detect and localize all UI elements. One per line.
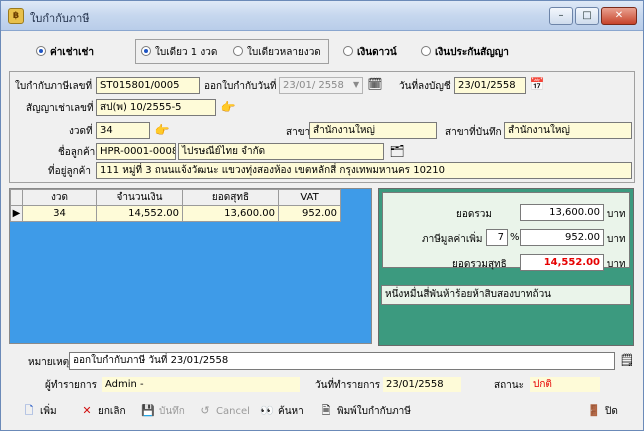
- undo-icon: ↺: [200, 404, 210, 417]
- grid-header-vat[interactable]: VAT: [278, 189, 341, 206]
- cell-net[interactable]: 13,600.00: [182, 205, 279, 222]
- save-button-label: บันทึก: [159, 406, 185, 417]
- state-field: ปกติ: [529, 376, 601, 393]
- floppy-disk-icon: 💾: [141, 404, 155, 417]
- vat-rate-field[interactable]: 7: [486, 229, 508, 246]
- state-label: สถานะ: [494, 380, 524, 391]
- grid-corner: [10, 189, 23, 206]
- calendar-icon[interactable]: 📅: [529, 76, 545, 92]
- remarks-field[interactable]: ออกใบกำกับภาษี วันที่ 23/01/2558: [69, 352, 615, 370]
- chevron-down-icon[interactable]: ▼: [353, 80, 359, 89]
- save-button[interactable]: 💾 บันทึก: [140, 401, 185, 421]
- grand-total-unit: บาท: [607, 259, 626, 270]
- cancel-button-label: Cancel: [216, 406, 250, 417]
- customer-lookup-icon[interactable]: 🗂: [389, 143, 405, 159]
- installment-grid[interactable]: งวด จำนวนเงิน ยอดสุทธิ VAT ▶ 34 14,552.0…: [9, 188, 372, 344]
- document-print-icon: 🗎: [321, 404, 331, 417]
- grid-header-net[interactable]: ยอดสุทธิ: [182, 189, 279, 206]
- total-label: ยอดรวม: [456, 209, 492, 220]
- operator-label: ผู้ทำรายการ: [45, 380, 97, 391]
- radio-single-installment[interactable]: [141, 46, 151, 56]
- radio-multi-installment[interactable]: [233, 46, 243, 56]
- invoice-no-field[interactable]: ST015801/0005: [96, 77, 200, 94]
- vat-field[interactable]: 952.00: [520, 229, 604, 246]
- radio-rental-label: ค่าเช่าเช่า: [50, 47, 94, 58]
- customer-name-label: ชื่อลูกค้า: [58, 147, 96, 158]
- radio-multi-installment-label: ใบเดียวหลายงวด: [247, 47, 321, 58]
- vat-label: ภาษีมูลค่าเพิ่ม: [422, 234, 483, 245]
- cell-installment[interactable]: 34: [22, 205, 97, 222]
- print-invoice-button-label: พิมพ์ใบกำกับภาษี: [337, 406, 411, 417]
- window-title: ใบกำกับภาษี: [30, 12, 90, 25]
- grid-header-installment[interactable]: งวด: [22, 189, 97, 206]
- lookup-installment-icon[interactable]: 👉: [154, 122, 170, 138]
- invoice-no-label: ใบกำกับภาษีเลขที่: [15, 81, 93, 92]
- red-x-icon: ✕: [82, 404, 92, 417]
- record-branch-label: สาขาที่บันทึก: [445, 127, 502, 138]
- customer-code-field[interactable]: HPR-0001-00082: [96, 143, 176, 160]
- main-window: ฿ ใบกำกับภาษี – □ ✕ ค่าเช่าเช่า ใบเดียว …: [0, 0, 644, 431]
- money-bag-icon: ฿: [8, 8, 24, 24]
- total-unit: บาท: [607, 209, 626, 220]
- search-button[interactable]: 👀 ค้นหา: [259, 401, 304, 421]
- maximize-button[interactable]: □: [575, 7, 599, 25]
- exit-door-icon: 🚪: [587, 404, 601, 417]
- void-button[interactable]: ✕ ยกเลิก: [79, 401, 126, 421]
- radio-deposit[interactable]: [421, 46, 431, 56]
- amount-in-words: หนึ่งหมื่นสี่พันห้าร้อยห้าสิบสองบาทถ้วน: [381, 285, 631, 305]
- remarks-label: หมายเหตุ: [28, 357, 70, 368]
- table-row[interactable]: ▶ 34 14,552.00 13,600.00 952.00: [10, 205, 341, 222]
- search-button-label: ค้นหา: [278, 406, 304, 417]
- remarks-lookup-icon[interactable]: 🗒: [619, 352, 635, 368]
- print-invoice-button[interactable]: 🗎 พิมพ์ใบกำกับภาษี: [318, 401, 411, 421]
- radio-rental[interactable]: [36, 46, 46, 56]
- customer-address-label: ที่อยู่ลูกค้า: [48, 166, 91, 177]
- void-button-label: ยกเลิก: [98, 406, 126, 417]
- contract-no-field[interactable]: สป(พ) 10/2555-5: [96, 99, 216, 116]
- operator-field: Admin -: [101, 376, 301, 393]
- installment-field[interactable]: 34: [96, 122, 150, 139]
- txn-date-field: 23/01/2558: [382, 376, 462, 393]
- contract-no-label: สัญญาเช่าเลขที่: [26, 103, 94, 114]
- radio-down-payment-label: เงินดาวน์: [357, 47, 397, 58]
- calendar-refresh-icon[interactable]: 🗓: [367, 76, 383, 92]
- add-button[interactable]: 🗋 เพิ่ม: [21, 401, 57, 421]
- radio-deposit-label: เงินประกันสัญญา: [435, 47, 509, 58]
- binoculars-icon: 👀: [260, 404, 274, 417]
- grid-header-amount[interactable]: จำนวนเงิน: [96, 189, 183, 206]
- new-document-icon: 🗋: [24, 404, 34, 417]
- radio-single-installment-label: ใบเดียว 1 งวด: [155, 47, 218, 58]
- issue-date-field[interactable]: 23/01/ 2558: [279, 77, 363, 94]
- posting-date-field[interactable]: 23/01/2558: [454, 77, 526, 94]
- posting-date-label: วันที่ลงบัญชี: [399, 81, 451, 92]
- row-pointer-icon: ▶: [10, 205, 23, 222]
- issue-date-label: ออกใบกำกับวันที่: [204, 81, 277, 92]
- branch-label: สาขา: [286, 127, 311, 138]
- record-branch-field[interactable]: สำนักงานใหญ่: [504, 122, 632, 139]
- minimize-button[interactable]: –: [549, 7, 573, 25]
- total-field[interactable]: 13,600.00: [520, 204, 604, 221]
- vat-percent: %: [510, 232, 520, 243]
- grand-total-field[interactable]: 14,552.00: [520, 254, 604, 271]
- txn-date-label: วันที่ทำรายการ: [315, 380, 381, 391]
- close-button[interactable]: ✕: [601, 7, 637, 25]
- customer-address-field[interactable]: 111 หมู่ที่ 3 ถนนแจ้งวัฒนะ แขวงทุ่งสองห้…: [96, 162, 632, 179]
- cell-vat[interactable]: 952.00: [278, 205, 341, 222]
- add-button-label: เพิ่ม: [40, 406, 57, 417]
- cell-amount[interactable]: 14,552.00: [96, 205, 183, 222]
- exit-button[interactable]: 🚪 ปิด: [586, 401, 618, 421]
- branch-field[interactable]: สำนักงานใหญ่: [309, 122, 437, 139]
- exit-button-label: ปิด: [605, 406, 618, 417]
- lookup-contract-icon[interactable]: 👉: [220, 99, 236, 115]
- cancel-button[interactable]: ↺ Cancel: [197, 401, 250, 421]
- title-bar[interactable]: ฿ ใบกำกับภาษี – □ ✕: [1, 1, 643, 31]
- vat-unit: บาท: [607, 234, 626, 245]
- installment-label: งวดที่: [69, 126, 93, 137]
- grand-total-label: ยอดรวมสุทธิ: [452, 259, 507, 270]
- radio-down-payment[interactable]: [343, 46, 353, 56]
- customer-name-field[interactable]: ไปรษณีย์ไทย จำกัด: [178, 143, 384, 160]
